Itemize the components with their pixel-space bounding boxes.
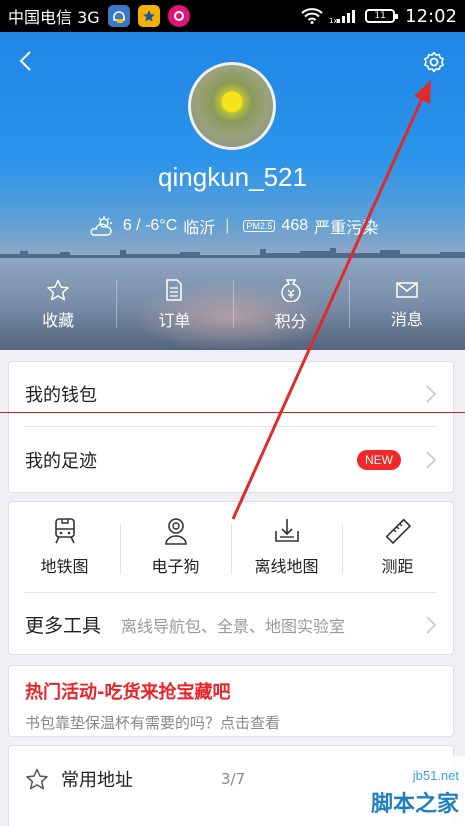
star-icon: [47, 279, 69, 301]
quick-action-points[interactable]: 积分: [232, 272, 349, 338]
weather-info: 6 / -6°C 临沂 | PM2.5 468 严重污染: [0, 214, 465, 238]
order-icon: [166, 279, 183, 301]
tools-card: 地铁图 电子狗 离线地图 测距 更多工具 离线导航包、全景、地图实验室: [8, 501, 454, 655]
footprints-label: 我的足迹: [25, 451, 97, 472]
more-tools-row[interactable]: 更多工具 离线导航包、全景、地图实验室: [9, 593, 453, 656]
back-button[interactable]: [12, 46, 42, 76]
settings-button[interactable]: [419, 47, 449, 77]
quick-action-label: 订单: [158, 311, 191, 330]
avatar[interactable]: [188, 62, 276, 150]
mail-icon: [396, 282, 418, 298]
temperature: 6 / -6°C: [122, 217, 178, 234]
wallet-row[interactable]: 我的钱包: [9, 362, 453, 426]
tool-e-dog[interactable]: 电子狗: [120, 502, 231, 592]
signal-icon: 1x: [329, 10, 356, 24]
svg-text:1x: 1x: [329, 17, 338, 24]
watermark-url: jb51.net: [412, 768, 459, 783]
wallet-label: 我的钱包: [25, 385, 97, 406]
city-skyline: [0, 248, 465, 258]
tool-label: 离线地图: [254, 557, 319, 576]
tool-label: 地铁图: [40, 557, 89, 576]
subway-icon: [54, 518, 75, 544]
chevron-left-icon: [19, 51, 31, 71]
e-dog-icon: [164, 518, 187, 545]
new-badge: NEW: [357, 450, 401, 470]
quick-action-label: 消息: [390, 310, 423, 329]
quick-actions: 收藏 订单 积分 消息: [0, 272, 465, 338]
annotation-line: [0, 412, 465, 413]
quick-action-label: 积分: [274, 312, 307, 331]
quick-action-orders[interactable]: 订单: [116, 272, 232, 338]
ruler-icon: [385, 518, 411, 545]
watermark: jb51.net 脚本之家: [345, 756, 465, 826]
more-tools-title: 更多工具: [25, 615, 102, 637]
status-indicators: 1x 11 12:02: [301, 6, 457, 27]
wifi-icon: [301, 8, 323, 24]
quick-action-label: 收藏: [42, 311, 75, 330]
carrier-label: 中国电信 3G: [8, 8, 100, 27]
profile-header: qingkun_521 6 / -6°C 临沂 | PM2.5 468 严重污染…: [0, 32, 465, 350]
aqi-text: 严重污染: [314, 220, 379, 237]
city: 临沂: [183, 220, 216, 237]
chat-app-icon: [167, 5, 190, 27]
chevron-right-icon: [426, 615, 437, 634]
points-icon: [280, 279, 301, 302]
pm25-badge: PM2.5: [243, 220, 276, 232]
tool-label: 测距: [381, 557, 414, 576]
promo-card[interactable]: 热门活动-吃货来抢宝藏吧 书包靠垫保温杯有需要的吗？点击查看: [8, 665, 454, 737]
chevron-right-icon: [426, 451, 437, 469]
battery-icon: 11: [365, 9, 399, 23]
status-bar: 中国电信 3G 1x 11 12:02: [0, 0, 465, 32]
footprints-row[interactable]: 我的足迹 NEW: [9, 427, 453, 493]
username: qingkun_521: [158, 162, 307, 192]
chevron-right-icon: [426, 385, 437, 403]
common-address-label: 常用地址: [61, 770, 133, 791]
quick-action-favorites[interactable]: 收藏: [0, 272, 116, 338]
promo-desc: 书包靠垫保温杯有需要的吗？点击查看: [25, 714, 281, 732]
gear-icon: [424, 51, 444, 73]
watermark-name: 脚本之家: [370, 792, 459, 817]
tools-grid: 地铁图 电子狗 离线地图 测距: [9, 502, 453, 592]
quick-action-messages[interactable]: 消息: [348, 272, 465, 338]
tool-label: 电子狗: [151, 557, 200, 576]
tool-offline-map[interactable]: 离线地图: [231, 502, 342, 592]
weather-separator: |: [225, 217, 230, 234]
offline-map-icon: [274, 519, 299, 542]
account-card: 我的钱包 我的足迹 NEW: [8, 361, 454, 493]
partly-cloudy-icon: [90, 216, 112, 236]
promo-title: 热门活动-吃货来抢宝藏吧: [25, 682, 231, 703]
star-app-icon: [137, 5, 160, 27]
more-tools-desc: 离线导航包、全景、地图实验室: [121, 616, 346, 636]
aqi-value: 468: [281, 217, 309, 234]
tool-subway-map[interactable]: 地铁图: [9, 502, 120, 592]
star-outline-icon: [26, 768, 48, 790]
tool-ruler[interactable]: 测距: [342, 502, 453, 592]
notification-app-icon: [107, 5, 130, 27]
common-address-count: 3/7: [221, 770, 246, 788]
clock: 12:02: [405, 5, 457, 27]
